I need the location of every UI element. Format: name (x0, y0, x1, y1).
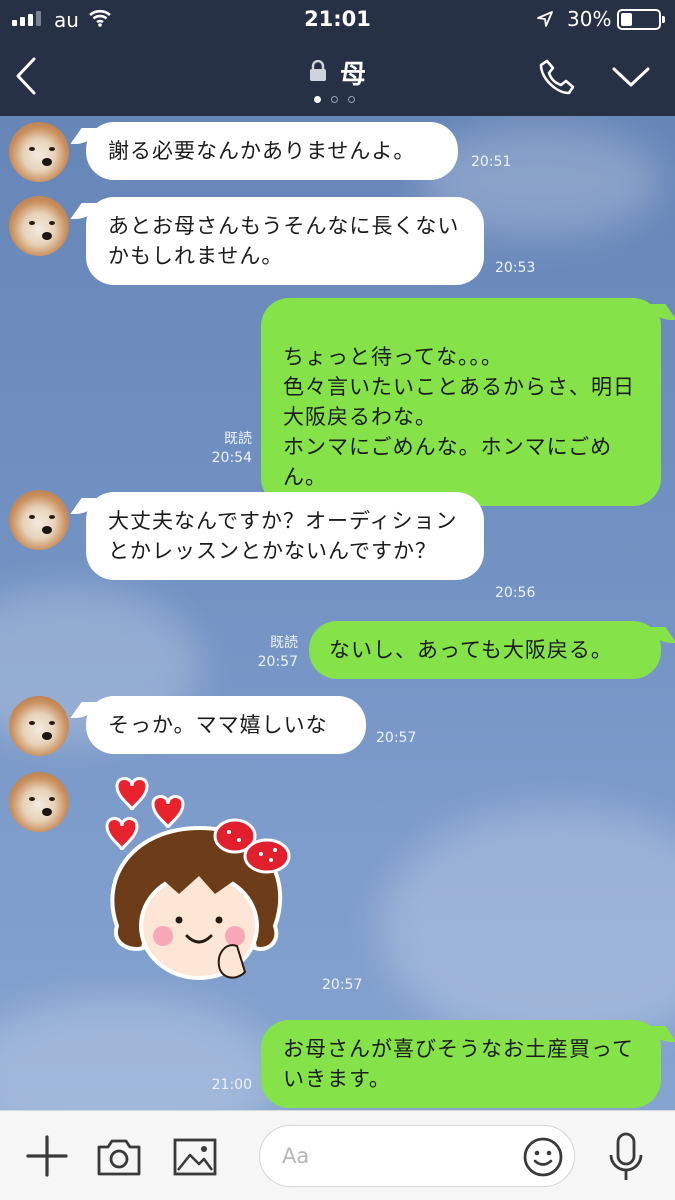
plus-icon (26, 1135, 68, 1177)
read-receipt: 既読 20:54 (192, 430, 252, 468)
sender-avatar[interactable] (9, 490, 69, 550)
image-icon (173, 1138, 217, 1176)
message-bubble-incoming[interactable]: 謝る必要なんかありませんよ。 (86, 122, 458, 180)
message-time: 21:00 (211, 1077, 252, 1093)
message-time: 20:57 (322, 977, 363, 993)
plus-button[interactable] (24, 1133, 70, 1183)
sender-avatar[interactable] (9, 122, 69, 182)
message-text: あとお母さんもうそんなに長くないかもしれません。 (108, 214, 460, 268)
message-bubble-incoming[interactable]: 大丈夫なんですか？オーディションとかレッスンとかないんですか？ (86, 492, 484, 580)
message-time: 20:54 (211, 450, 252, 466)
menu-toggle-button[interactable] (612, 66, 650, 92)
message-time: 20:51 (471, 154, 512, 170)
page-dot (314, 96, 321, 103)
microphone-button[interactable] (604, 1131, 648, 1187)
message-text: 大丈夫なんですか？オーディションとかレッスンとかないんですか？ (108, 509, 458, 563)
message-time: 20:53 (495, 260, 536, 276)
lock-icon (309, 59, 327, 86)
message-text: 謝る必要なんかありませんよ。 (108, 139, 416, 163)
message-input-bar (0, 1110, 675, 1200)
read-receipt: 既読 20:57 (238, 634, 298, 672)
call-button[interactable] (538, 58, 576, 100)
chat-title: 母 (340, 60, 367, 90)
smiley-icon (523, 1137, 563, 1177)
camera-button[interactable] (96, 1137, 142, 1181)
image-button[interactable] (172, 1137, 218, 1181)
emoji-button[interactable] (522, 1136, 564, 1182)
sender-avatar[interactable] (9, 196, 69, 256)
page-dot (331, 96, 338, 103)
message-text: そっか。ママ嬉しいな (108, 713, 328, 737)
read-label: 既読 (224, 431, 252, 447)
message-bubble-outgoing[interactable]: ないし、あっても大阪戻る。 (309, 621, 661, 679)
message-input[interactable] (282, 1140, 502, 1172)
message-time: 20:57 (257, 654, 298, 670)
message-text: ちょっと待ってな。。。 色々言いたいことあるからさ、明日大阪戻るわな。 ホンマに… (283, 345, 635, 489)
chat-area[interactable]: 謝る必要なんかありませんよ。 20:51 あとお母さんもうそんなに長くないかもし… (0, 116, 675, 1110)
read-label: 既読 (270, 635, 298, 651)
microphone-icon (609, 1132, 643, 1180)
battery-percent: 30% (567, 7, 612, 31)
message-bubble-outgoing[interactable]: ちょっと待ってな。。。 色々言いたいことあるからさ、明日大阪戻るわな。 ホンマに… (261, 298, 661, 506)
sender-avatar[interactable] (9, 772, 69, 832)
phone-icon (539, 59, 575, 95)
page-indicator (314, 96, 355, 103)
girl-with-hearts-sticker[interactable] (95, 776, 305, 996)
page-dot (348, 96, 355, 103)
battery-icon (617, 9, 665, 30)
message-text: ないし、あっても大阪戻る。 (329, 638, 613, 662)
message-input-field[interactable] (259, 1125, 575, 1187)
message-time: 20:57 (376, 730, 417, 746)
sender-avatar[interactable] (9, 696, 69, 756)
location-arrow-icon (536, 10, 554, 32)
top-bar: au 21:01 30% 母 (0, 0, 675, 116)
camera-icon (97, 1139, 141, 1176)
message-bubble-incoming[interactable]: そっか。ママ嬉しいな (86, 696, 366, 754)
message-text: お母さんが喜びそうなお土産買っていきます。 (283, 1037, 634, 1091)
chevron-down-icon (612, 67, 650, 87)
message-bubble-incoming[interactable]: あとお母さんもうそんなに長くないかもしれません。 (86, 197, 484, 285)
status-bar: au 21:01 30% (0, 0, 675, 40)
message-time: 20:56 (495, 585, 536, 601)
message-bubble-outgoing[interactable]: お母さんが喜びそうなお土産買っていきます。 (261, 1020, 661, 1108)
